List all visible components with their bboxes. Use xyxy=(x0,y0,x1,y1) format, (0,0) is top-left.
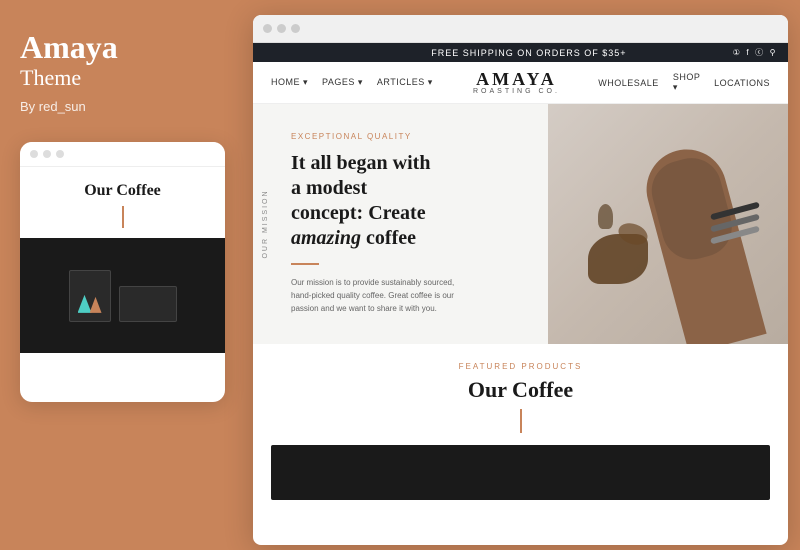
products-section: FEATURED PRODUCTS Our Coffee xyxy=(253,344,788,508)
browser-window: FREE SHIPPING ON ORDERS OF $35+ ① f ⓒ ⚲ … xyxy=(253,15,788,545)
hero-left: OUR MISSION EXCEPTIONAL QUALITY It all b… xyxy=(253,104,548,344)
website-content: FREE SHIPPING ON ORDERS OF $35+ ① f ⓒ ⚲ … xyxy=(253,43,788,545)
mini-content: Our Coffee xyxy=(20,167,225,228)
browser-dot-3 xyxy=(291,24,300,33)
announcement-icons: ① f ⓒ ⚲ xyxy=(733,47,776,58)
mini-dot-1 xyxy=(30,150,38,158)
mini-browser-chrome xyxy=(20,142,225,167)
theme-subtitle: Theme xyxy=(20,65,81,91)
nav-locations[interactable]: LOCATIONS xyxy=(714,78,770,88)
hero-underline xyxy=(291,263,319,265)
featured-label: FEATURED PRODUCTS xyxy=(271,362,770,371)
nav-right: WHOLESALE SHOP ▾ LOCATIONS xyxy=(598,72,770,93)
mini-box-group xyxy=(69,270,177,322)
left-panel: Amaya Theme By red_sun Our Coffee xyxy=(0,0,245,550)
logo-main-text: AMAYA xyxy=(435,70,599,88)
nav-left: HOME ▾ PAGES ▾ ARTICLES ▾ xyxy=(271,77,435,88)
hero-image xyxy=(548,104,788,344)
nav-articles[interactable]: ARTICLES ▾ xyxy=(377,77,433,88)
mini-dot-3 xyxy=(56,150,64,158)
mini-dot-2 xyxy=(43,150,51,158)
facebook-icon: f xyxy=(746,48,749,57)
browser-dot-1 xyxy=(263,24,272,33)
mini-divider xyxy=(122,206,124,228)
nav-home[interactable]: HOME ▾ xyxy=(271,77,308,88)
instagram-icon: ① xyxy=(733,48,741,57)
site-logo[interactable]: AMAYA ROASTING CO. xyxy=(435,70,599,95)
hero-body-text: Our mission is to provide sustainably so… xyxy=(291,277,471,315)
search-icon: ⚲ xyxy=(770,48,776,57)
mini-box-small xyxy=(69,270,111,322)
coffee-pour-visual xyxy=(548,104,788,344)
nav-shop[interactable]: SHOP ▾ xyxy=(673,72,700,93)
hero-heading: It all began witha modestconcept: Create… xyxy=(291,151,524,251)
logo-sub-text: ROASTING CO. xyxy=(435,88,599,95)
announcement-text: FREE SHIPPING ON ORDERS OF $35+ xyxy=(325,48,733,58)
announcement-bar: FREE SHIPPING ON ORDERS OF $35+ ① f ⓒ ⚲ xyxy=(253,43,788,62)
theme-author: By red_sun xyxy=(20,99,86,114)
mini-dark-area xyxy=(20,238,225,353)
browser-dot-2 xyxy=(277,24,286,33)
hero-tag: EXCEPTIONAL QUALITY xyxy=(291,132,524,141)
splash-drop-3 xyxy=(598,204,613,229)
browser-chrome xyxy=(253,15,788,43)
products-heading: Our Coffee xyxy=(271,377,770,403)
hero-heading-line1: It all began witha modestconcept: Create… xyxy=(291,152,430,249)
mini-preview-card: Our Coffee xyxy=(20,142,225,402)
mini-heading: Our Coffee xyxy=(34,181,211,200)
camera-icon: ⓒ xyxy=(755,47,764,58)
products-divider xyxy=(520,409,522,433)
nav-wholesale[interactable]: WHOLESALE xyxy=(598,78,659,88)
main-navigation: HOME ▾ PAGES ▾ ARTICLES ▾ AMAYA ROASTING… xyxy=(253,62,788,104)
theme-title: Amaya xyxy=(20,30,118,65)
products-image-bar xyxy=(271,445,770,500)
coffee-liquid xyxy=(568,174,748,304)
hero-section: OUR MISSION EXCEPTIONAL QUALITY It all b… xyxy=(253,104,788,344)
mini-box-large xyxy=(119,286,177,322)
mission-rotated-label: OUR MISSION xyxy=(262,189,269,258)
nav-pages[interactable]: PAGES ▾ xyxy=(322,77,363,88)
